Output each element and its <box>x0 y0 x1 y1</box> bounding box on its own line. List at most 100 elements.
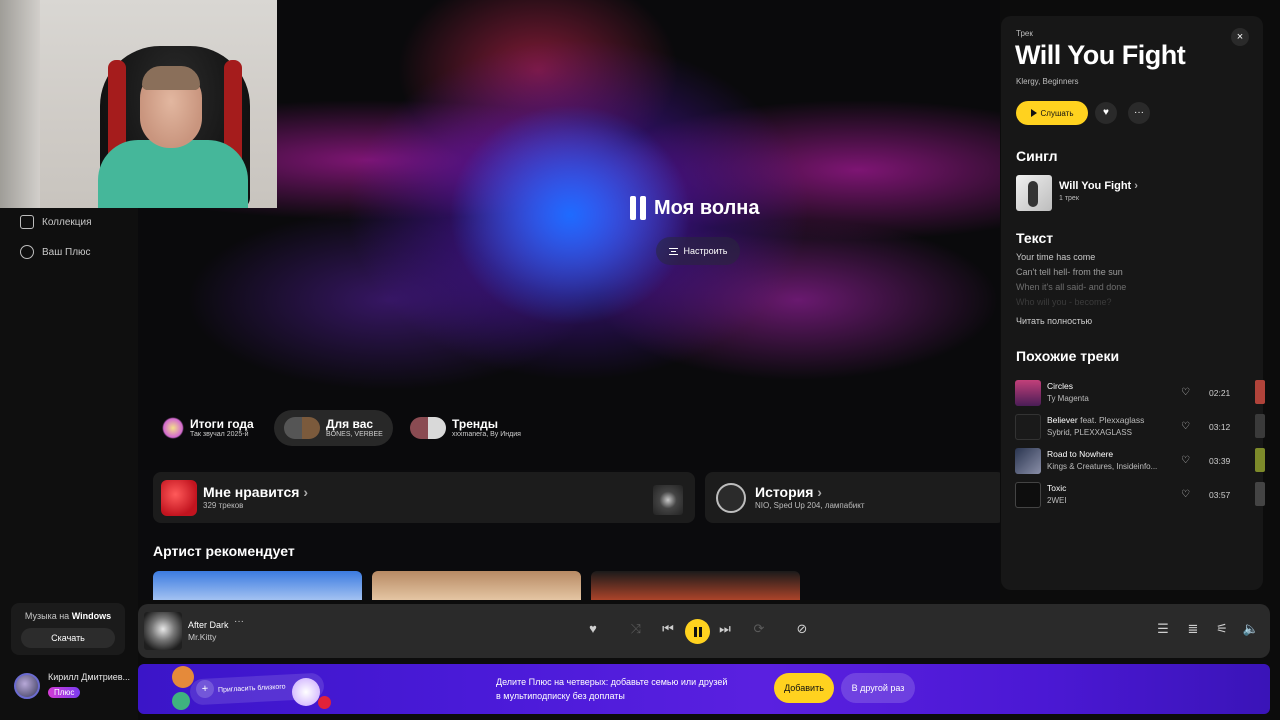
chip-year-results[interactable]: Итоги года Так звучал 2025-й <box>152 410 264 446</box>
sparkle-icon <box>162 417 184 439</box>
single-name[interactable]: Will You Fight › <box>1059 180 1138 192</box>
now-playing-artist[interactable]: Mr.Kitty <box>188 632 216 642</box>
chip-subtitle: BONES, VERBEE <box>326 431 383 438</box>
like-icon[interactable]: ♥ <box>584 621 602 636</box>
add-button[interactable]: Добавить <box>774 673 834 703</box>
chevron-right-icon: › <box>303 484 308 500</box>
now-playing-cover[interactable] <box>144 612 182 650</box>
equalizer-icon[interactable]: ⚟ <box>1213 621 1231 637</box>
promo-text: Музыка на Windows <box>11 611 125 621</box>
windows-app-promo: Музыка на Windows Скачать <box>11 603 125 655</box>
track-peek-thumb <box>1255 414 1265 438</box>
app-window: Коллекция Ваш Плюс Музыка на Windows Ска… <box>0 0 1280 720</box>
lyric-line: Who will you - become? <box>1016 297 1112 307</box>
similar-track-row[interactable]: Circles Ty Magenta ♡ 02:21 <box>1015 378 1265 408</box>
track-duration: 02:21 <box>1209 388 1231 398</box>
track-artists[interactable]: Klergy, Beginners <box>1016 77 1079 86</box>
like-icon[interactable]: ♡ <box>1181 455 1190 466</box>
track-peek-thumb <box>1255 380 1265 404</box>
artist-avatars <box>410 417 446 439</box>
similar-heading: Похожие треки <box>1016 348 1120 364</box>
card-liked-tracks[interactable]: Мне нравится › 329 треков <box>153 472 695 523</box>
my-wave-button[interactable]: Моя волна <box>630 196 760 220</box>
track-title: Will You Fight <box>1015 40 1186 70</box>
more-icon[interactable]: ··· <box>1128 102 1150 124</box>
dislike-icon[interactable]: ⊘ <box>793 621 811 637</box>
like-icon[interactable]: ♥ <box>1095 102 1117 124</box>
track-cover <box>1015 380 1041 406</box>
queue-icon[interactable]: ≣ <box>1184 621 1202 637</box>
user-profile[interactable]: Кирилл Дмитриев... Плюс <box>14 672 130 700</box>
card-subtitle: 329 треков <box>203 501 244 510</box>
sidebar-item-label: Ваш Плюс <box>42 246 91 258</box>
later-button[interactable]: В другой раз <box>841 673 915 703</box>
pause-button[interactable] <box>685 619 710 644</box>
plus-circle-icon <box>20 245 34 259</box>
close-icon[interactable]: × <box>1231 28 1249 46</box>
track-duration: 03:39 <box>1209 456 1231 466</box>
heart-cover <box>161 480 197 516</box>
repeat-icon[interactable]: ⟳ <box>750 621 768 637</box>
track-cover <box>1015 414 1041 440</box>
like-icon[interactable]: ♡ <box>1181 387 1190 398</box>
listen-button[interactable]: Слушать <box>1016 101 1088 125</box>
similar-track-row[interactable]: Believer feat. Plexxaglass Sybrid, PLEXX… <box>1015 412 1265 442</box>
chip-subtitle: Так звучал 2025-й <box>190 431 249 438</box>
chip-for-you[interactable]: Для вас BONES, VERBEE <box>274 410 393 446</box>
track-feat: feat. Plexxaglass <box>1077 415 1145 425</box>
like-icon[interactable]: ♡ <box>1181 489 1190 500</box>
unicorn-emoji-icon <box>292 678 320 706</box>
card-history[interactable]: История › NIO, Sped Up 204, лампабикт <box>705 472 1000 523</box>
family-plus-banner: Пригласить близкого + Делите Плюс на чет… <box>138 664 1270 714</box>
lyric-line: When it's all said- and done <box>1016 282 1127 292</box>
track-artist: Ty Magenta <box>1047 394 1089 403</box>
sidebar-item-collection[interactable]: Коллекция <box>20 215 92 229</box>
banner-text: Делите Плюс на четверых: добавьте семью … <box>496 675 727 703</box>
track-artist: Kings & Creatures, Insideinfo... <box>1047 462 1158 471</box>
artist-card[interactable] <box>372 571 581 600</box>
like-icon[interactable]: ♡ <box>1181 421 1190 432</box>
download-button[interactable]: Скачать <box>21 628 115 648</box>
track-artist: Sybrid, PLEXXAGLASS <box>1047 428 1132 437</box>
similar-track-row[interactable]: Toxic 2WEI ♡ 03:57 <box>1015 480 1265 510</box>
wave-title: Моя волна <box>654 196 760 219</box>
banner-text-line: в мультиподписку без доплаты <box>496 691 625 701</box>
previous-icon[interactable]: ⏮ <box>659 621 677 637</box>
history-icon <box>716 483 746 513</box>
artist-card[interactable] <box>153 571 362 600</box>
card-subtitle: NIO, Sped Up 204, лампабикт <box>755 501 865 510</box>
wave-chips: Итоги года Так звучал 2025-й Для вас BON… <box>138 410 1000 450</box>
promo-text-bold: Windows <box>71 611 112 621</box>
player-bar: After Dark Mr.Kitty ··· ♥ ⤨ ⏮ ⏭ ⟳ ⊘ ☰ ≣ … <box>138 604 1270 658</box>
read-full-link[interactable]: Читать полностью <box>1016 316 1092 326</box>
more-icon[interactable]: ··· <box>234 616 244 627</box>
avatar[interactable] <box>14 673 40 699</box>
track-duration: 03:57 <box>1209 490 1231 500</box>
tune-button[interactable]: Настроить <box>656 237 740 265</box>
chip-subtitle: xxxmanera, By Индия <box>452 431 521 438</box>
panel-type-label: Трек <box>1016 29 1033 38</box>
lyric-line: Your time has come <box>1016 252 1096 262</box>
next-icon[interactable]: ⏭ <box>716 621 734 637</box>
sidebar-item-plus[interactable]: Ваш Плюс <box>20 245 91 259</box>
track-artist: 2WEI <box>1047 496 1067 505</box>
similar-track-row[interactable]: Road to Nowhere Kings & Creatures, Insid… <box>1015 446 1265 476</box>
lyric-line: Can't tell hell- from the sun <box>1016 267 1123 277</box>
user-name: Кирилл Дмитриев... <box>48 672 131 682</box>
play-icon <box>1030 109 1037 117</box>
track-peek-thumb <box>1255 448 1265 472</box>
shuffle-icon[interactable]: ⤨ <box>627 621 645 637</box>
single-heading: Сингл <box>1016 148 1058 164</box>
artist-card[interactable] <box>591 571 800 600</box>
artist-avatars <box>284 417 320 439</box>
lyrics-icon[interactable]: ☰ <box>1154 621 1172 637</box>
now-playing-title[interactable]: After Dark <box>188 620 229 630</box>
recent-track-thumb[interactable] <box>653 485 683 515</box>
track-cover <box>1015 482 1041 508</box>
single-cover[interactable] <box>1016 175 1052 211</box>
chevron-right-icon: › <box>1134 180 1138 192</box>
volume-icon[interactable]: 🔈 <box>1242 621 1260 637</box>
chevron-right-icon: › <box>817 484 822 500</box>
chip-trends[interactable]: Тренды xxxmanera, By Индия <box>400 410 531 446</box>
promo-text-prefix: Музыка на <box>24 611 70 621</box>
